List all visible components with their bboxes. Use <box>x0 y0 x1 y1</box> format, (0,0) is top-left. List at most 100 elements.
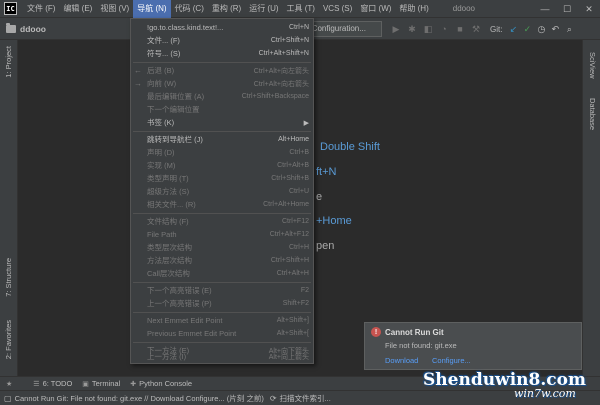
menu-item-related-file[interactable]: 相关文件... (R) Ctrl+Alt+Home <box>131 198 313 211</box>
menu-item-label: 最后编辑位置 (A) <box>147 92 205 101</box>
menu-item-label: 实现 (M) <box>147 161 176 170</box>
tab-project[interactable]: 1: Project <box>4 46 13 78</box>
indexing-status[interactable]: 扫描文件索引... <box>280 393 331 404</box>
menu-item-file-structure[interactable]: 文件结构 (F) Ctrl+F12 <box>131 215 313 228</box>
menu-item-next-error[interactable]: 下一个高亮错误 (E) F2 <box>131 284 313 297</box>
menu-item-shortcut: Ctrl+Alt+F12 <box>269 231 309 238</box>
menu-item-shortcut: Ctrl+B <box>289 149 309 156</box>
tab-favorites[interactable]: 2: Favorites <box>4 320 13 359</box>
tab-todo[interactable]: ☰ 6: TODO <box>33 379 72 388</box>
menu-item-shortcut: Ctrl+Shift+H <box>270 257 309 264</box>
menu-window[interactable]: 窗口 (W) <box>356 0 395 18</box>
minimize-button[interactable]: — <box>534 0 556 18</box>
git-update-icon[interactable]: ↙ <box>506 21 520 37</box>
menu-item-label: 向前 (W) <box>147 79 177 88</box>
menu-vcs[interactable]: VCS (S) <box>319 0 356 18</box>
menu-separator <box>133 213 311 214</box>
window-controls: — ☐ ✕ <box>534 0 600 18</box>
breadcrumb-project[interactable]: ddooo <box>20 24 46 34</box>
build-icon[interactable]: ⚒ <box>468 21 484 37</box>
hint-fragment: e <box>316 191 323 203</box>
menu-item-label: 上一方法 (I) <box>147 352 187 361</box>
menu-edit[interactable]: 编辑 (E) <box>59 0 96 18</box>
hint-drop-files: pen <box>316 240 335 252</box>
maximize-button[interactable]: ☐ <box>556 0 578 18</box>
menu-item-file-path[interactable]: File Path Ctrl+Alt+F12 <box>131 228 313 241</box>
menu-item-method-hierarchy[interactable]: 方法层次结构 Ctrl+Shift+H <box>131 254 313 267</box>
menu-item-shortcut: Ctrl+Alt+Shift+N <box>258 50 309 57</box>
menu-item-last-edit[interactable]: 最后编辑位置 (A) Ctrl+Shift+Backspace <box>131 90 313 103</box>
menu-tools[interactable]: 工具 (T) <box>283 0 319 18</box>
menu-separator <box>133 62 311 63</box>
menu-item-label: 相关文件... (R) <box>147 200 196 209</box>
git-revert-icon[interactable]: ↶ <box>548 21 562 37</box>
menu-item-label: Previous Emmet Edit Point <box>147 329 237 338</box>
menu-item-class[interactable]: !go.to.class.kind.text!... Ctrl+N <box>131 21 313 34</box>
tab-python-console[interactable]: ✚ Python Console <box>130 379 192 388</box>
search-icon[interactable]: ⌕ <box>562 21 576 37</box>
menu-view[interactable]: 视图 (V) <box>96 0 133 18</box>
run-icon[interactable]: ▶ <box>388 21 404 37</box>
menu-item-shortcut: Alt+Home <box>278 136 309 143</box>
menu-navigate[interactable]: 导航 (N) <box>133 0 171 18</box>
menu-run[interactable]: 运行 (U) <box>245 0 282 18</box>
menu-item-type-declaration[interactable]: 类型声明 (T) Ctrl+Shift+B <box>131 172 313 185</box>
git-history-icon[interactable]: ◷ <box>534 21 548 37</box>
expand-icon[interactable]: ★ <box>6 380 12 388</box>
menu-code[interactable]: 代码 (C) <box>171 0 208 18</box>
menu-help[interactable]: 帮助 (H) <box>395 0 432 18</box>
menu-item-label: 文件... (F) <box>147 36 180 45</box>
menu-item-declaration[interactable]: 声明 (D) Ctrl+B <box>131 146 313 159</box>
menu-item-next-emmet[interactable]: Next Emmet Edit Point Alt+Shift+] <box>131 314 313 327</box>
menu-item-previous-error[interactable]: 上一个高亮错误 (P) Shift+F2 <box>131 297 313 310</box>
menu-item-label: Next Emmet Edit Point <box>147 316 223 325</box>
window-title: ddooo <box>452 4 475 13</box>
menu-item-forward[interactable]: → 向前 (W) Ctrl+Alt+向右箭头 <box>131 77 313 90</box>
menu-item-label: 跳转到导航栏 (J) <box>147 135 203 144</box>
menu-item-shortcut: Ctrl+Shift+Backspace <box>241 93 309 100</box>
stop-icon[interactable]: ■ <box>452 21 468 37</box>
menu-item-symbol[interactable]: 符号... (S) Ctrl+Alt+Shift+N <box>131 47 313 60</box>
app-logo: IC <box>4 2 17 15</box>
tab-terminal[interactable]: ▣ Terminal <box>82 379 120 388</box>
menu-item-super-method[interactable]: 超级方法 (S) Ctrl+U <box>131 185 313 198</box>
profile-icon[interactable]: ◔ <box>436 21 452 37</box>
menu-item-jump-navbar[interactable]: 跳转到导航栏 (J) Alt+Home <box>131 133 313 146</box>
hint-search-everywhere: Double Shift <box>320 141 380 153</box>
menu-file[interactable]: 文件 (F) <box>23 0 59 18</box>
status-message[interactable]: Cannot Run Git: File not found: git.exe … <box>15 393 264 404</box>
menu-item-previous-emmet[interactable]: Previous Emmet Edit Point Alt+Shift+[ <box>131 327 313 340</box>
tab-sciview[interactable]: SciView <box>588 52 597 79</box>
configure-link[interactable]: Configure... <box>432 356 471 365</box>
terminal-icon: ▣ <box>82 380 89 388</box>
tab-structure[interactable]: 7: Structure <box>4 258 13 297</box>
git-commit-icon[interactable]: ✓ <box>520 21 534 37</box>
debug-icon[interactable]: ✱ <box>404 21 420 37</box>
coverage-icon[interactable]: ◧ <box>420 21 436 37</box>
tab-database[interactable]: Database <box>588 98 597 130</box>
menu-item-file[interactable]: 文件... (F) Ctrl+Shift+N <box>131 34 313 47</box>
menu-item-shortcut: Ctrl+Alt+B <box>277 162 309 169</box>
menu-item-shortcut: Ctrl+Alt+Home <box>263 201 309 208</box>
menu-item-call-hierarchy[interactable]: Call层次结构 Ctrl+Alt+H <box>131 267 313 280</box>
arrow-right-icon: → <box>134 79 142 88</box>
menu-item-label: 文件结构 (F) <box>147 217 189 226</box>
menu-item-label: Call层次结构 <box>147 269 190 278</box>
menu-item-previous-method[interactable]: 上一方法 (I) Alt+向上箭头 <box>131 350 313 363</box>
menu-item-type-hierarchy[interactable]: 类型层次结构 Ctrl+H <box>131 241 313 254</box>
menu-item-implementation[interactable]: 实现 (M) Ctrl+Alt+B <box>131 159 313 172</box>
menu-item-label: 书签 (K) <box>147 118 175 127</box>
status-square-icon[interactable]: ▢ <box>4 394 12 403</box>
menu-refactor[interactable]: 重构 (R) <box>208 0 245 18</box>
tab-label: 6: TODO <box>42 379 73 388</box>
notification-balloon: ! Cannot Run Git File not found: git.exe… <box>364 322 582 370</box>
close-button[interactable]: ✕ <box>578 0 600 18</box>
menu-item-bookmarks[interactable]: 书签 (K) ▶ <box>131 116 313 129</box>
menu-item-back[interactable]: ← 后退 (B) Ctrl+Alt+向左箭头 <box>131 64 313 77</box>
menu-item-label: 上一个高亮错误 (P) <box>147 299 212 308</box>
menu-item-next-edit[interactable]: 下一个编辑位置 <box>131 103 313 116</box>
error-icon: ! <box>371 327 381 337</box>
menu-bar: IC 文件 (F) 编辑 (E) 视图 (V) 导航 (N) 代码 (C) 重构… <box>0 0 600 18</box>
navigate-menu: !go.to.class.kind.text!... Ctrl+N 文件... … <box>130 18 314 364</box>
download-link[interactable]: Download <box>385 356 418 365</box>
